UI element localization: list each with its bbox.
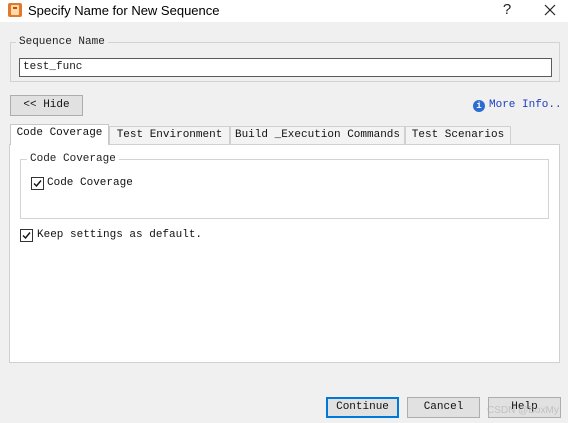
tab-build-execution-commands[interactable]: Build _Execution Commands — [230, 126, 405, 144]
code-coverage-group-label: Code Coverage — [27, 153, 119, 165]
help-icon[interactable]: ? — [499, 0, 515, 20]
sequence-name-label: Sequence Name — [16, 36, 108, 48]
code-coverage-checkbox-label: Code Coverage — [47, 177, 133, 189]
keep-settings-checkbox[interactable] — [20, 229, 33, 242]
tab-test-environment[interactable]: Test Environment — [109, 126, 230, 144]
close-icon[interactable] — [540, 1, 560, 21]
sequence-app-icon — [8, 3, 22, 17]
title-bar: Specify Name for New Sequence ? — [0, 0, 568, 22]
cancel-button[interactable]: Cancel — [407, 397, 480, 418]
hide-button[interactable]: << Hide — [10, 95, 83, 116]
tab-code-coverage[interactable]: Code Coverage — [10, 124, 109, 145]
continue-button[interactable]: Continue — [326, 397, 399, 418]
more-info-link[interactable]: i More Info.. — [473, 99, 562, 112]
more-info-label: More Info.. — [489, 99, 562, 111]
help-button[interactable]: Help — [488, 397, 561, 418]
code-coverage-group — [20, 159, 549, 219]
keep-settings-label: Keep settings as default. — [37, 229, 203, 241]
info-icon: i — [473, 100, 485, 112]
code-coverage-checkbox[interactable] — [31, 177, 44, 190]
tab-test-scenarios[interactable]: Test Scenarios — [405, 126, 511, 144]
window-title: Specify Name for New Sequence — [28, 3, 220, 18]
sequence-name-input[interactable]: test_func — [19, 58, 552, 77]
